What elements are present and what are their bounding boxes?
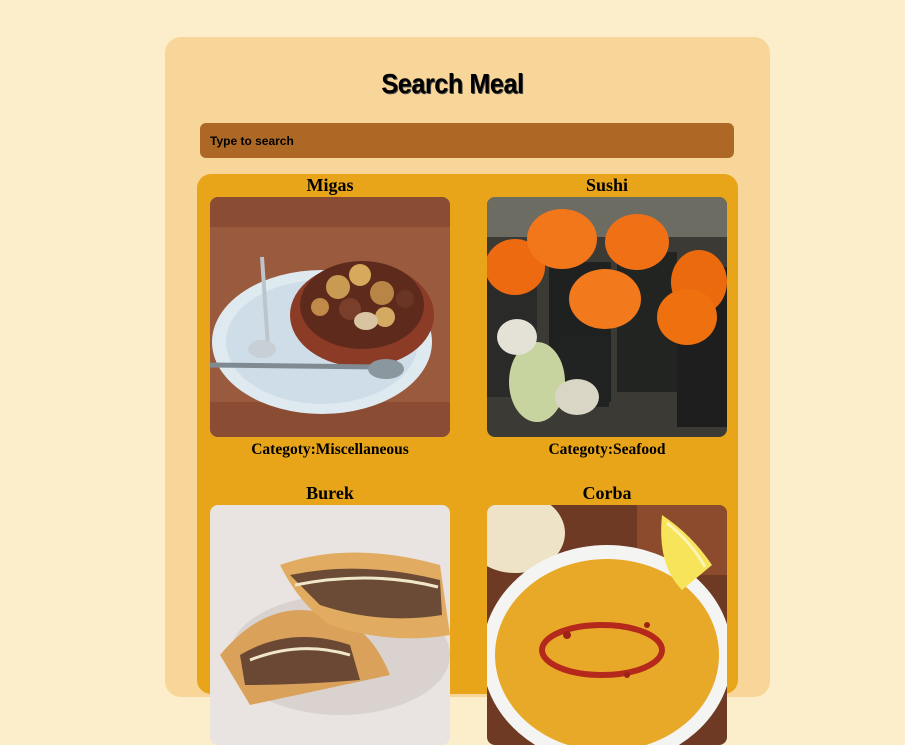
search-input[interactable]: [200, 123, 734, 158]
meal-name: Sushi: [585, 175, 629, 195]
meal-image-migas[interactable]: [210, 197, 450, 437]
meal-category: Categoty:Seafood: [548, 441, 666, 458]
meal-name: Burek: [306, 483, 354, 503]
meal-image-burek[interactable]: [210, 505, 450, 745]
meal-image-corba[interactable]: [487, 505, 727, 745]
page-title: Search Meal: [381, 68, 524, 99]
meal-category: Categoty:Miscellaneous: [251, 441, 409, 458]
meal-name: Migas: [306, 175, 354, 195]
meal-results-grid: Migas Categoty:Miscellaneous Sushi Categ…: [197, 174, 738, 745]
meal-image-sushi[interactable]: [487, 197, 727, 437]
meal-name: Corba: [582, 483, 632, 503]
